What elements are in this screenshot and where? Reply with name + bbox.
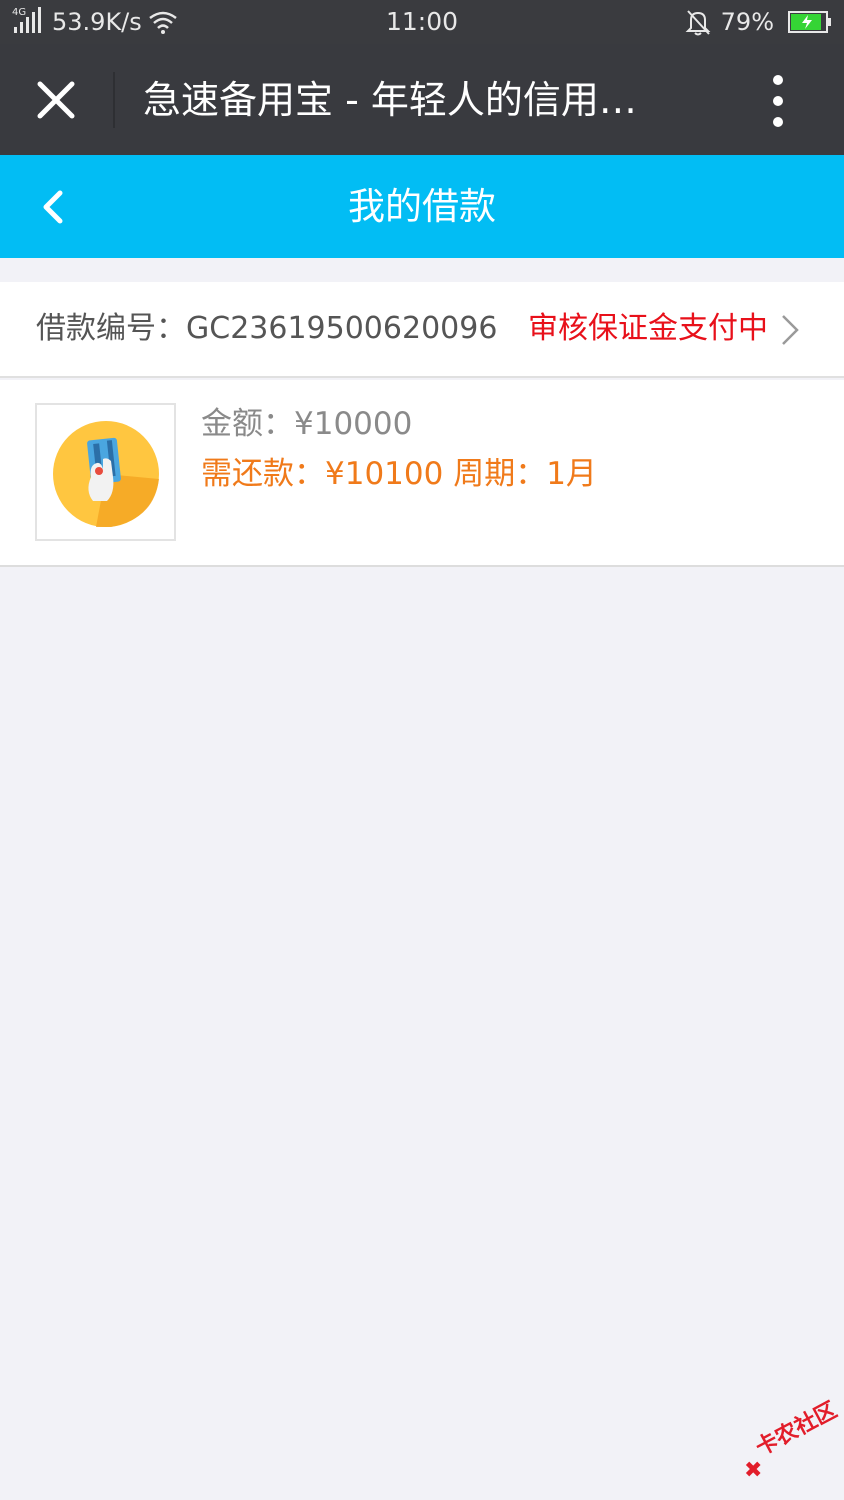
loan-product-image <box>35 403 176 541</box>
status-bar: 4G 53.9K/s 11:00 79% <box>0 0 844 44</box>
more-options-icon[interactable] <box>752 66 804 136</box>
battery-charging-icon <box>788 11 831 33</box>
loan-amount: 金额：¥10000 <box>201 406 413 442</box>
loan-number: 借款编号：GC23619500620096 <box>36 311 498 346</box>
card-in-hand-icon <box>53 421 159 527</box>
watermark-text: 卡农社区 <box>751 1397 842 1462</box>
close-icon[interactable] <box>20 64 92 136</box>
page-title: 我的借款 <box>348 185 496 228</box>
watermark-logo: ✖ 卡农社区 <box>740 1398 841 1483</box>
loan-detail-card[interactable]: 金额：¥10000 需还款：¥10100 周期：1月 <box>0 380 844 567</box>
app-header: 我的借款 <box>0 155 844 258</box>
browser-page-title: 急速备用宝 - 年轻人的信用… <box>143 78 637 122</box>
bell-muted-icon <box>685 10 711 36</box>
repayment-info: 需还款：¥10100 周期：1月 <box>201 456 597 492</box>
divider <box>113 72 115 128</box>
battery-percentage: 79% <box>720 8 774 36</box>
back-arrow-icon[interactable] <box>28 179 84 235</box>
loan-status: 审核保证金支付中 <box>528 311 768 346</box>
loan-number-row[interactable]: 借款编号：GC23619500620096 审核保证金支付中 <box>0 282 844 378</box>
browser-title-bar: 急速备用宝 - 年轻人的信用… <box>0 44 844 155</box>
chevron-right-icon <box>782 315 799 345</box>
watermark-mark-icon: ✖ <box>744 1458 763 1483</box>
